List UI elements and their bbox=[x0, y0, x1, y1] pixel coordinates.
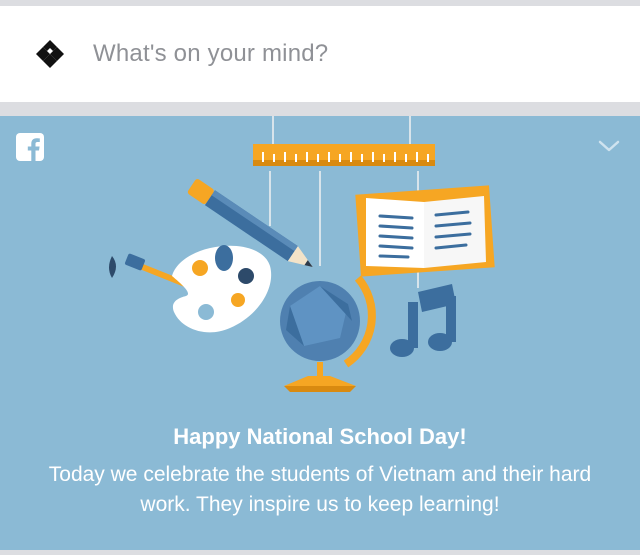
facebook-icon bbox=[16, 133, 44, 161]
school-day-card[interactable]: Happy National School Day! Today we cele… bbox=[0, 116, 640, 550]
diamond-logo-icon bbox=[36, 40, 64, 68]
feed-divider bbox=[0, 102, 640, 116]
bottom-divider bbox=[0, 550, 640, 555]
globe-icon bbox=[280, 275, 376, 392]
school-supplies-illustration bbox=[109, 116, 495, 392]
book-icon bbox=[355, 185, 495, 277]
ruler-icon bbox=[253, 144, 435, 166]
card-message: Today we celebrate the students of Vietn… bbox=[48, 463, 592, 516]
music-note-icon bbox=[390, 284, 456, 357]
status-composer[interactable]: What's on your mind? bbox=[0, 6, 640, 102]
card-title: Happy National School Day! bbox=[173, 424, 467, 449]
palette-icon bbox=[172, 245, 272, 333]
composer-placeholder[interactable]: What's on your mind? bbox=[93, 40, 328, 68]
chevron-down-icon[interactable] bbox=[597, 138, 621, 154]
